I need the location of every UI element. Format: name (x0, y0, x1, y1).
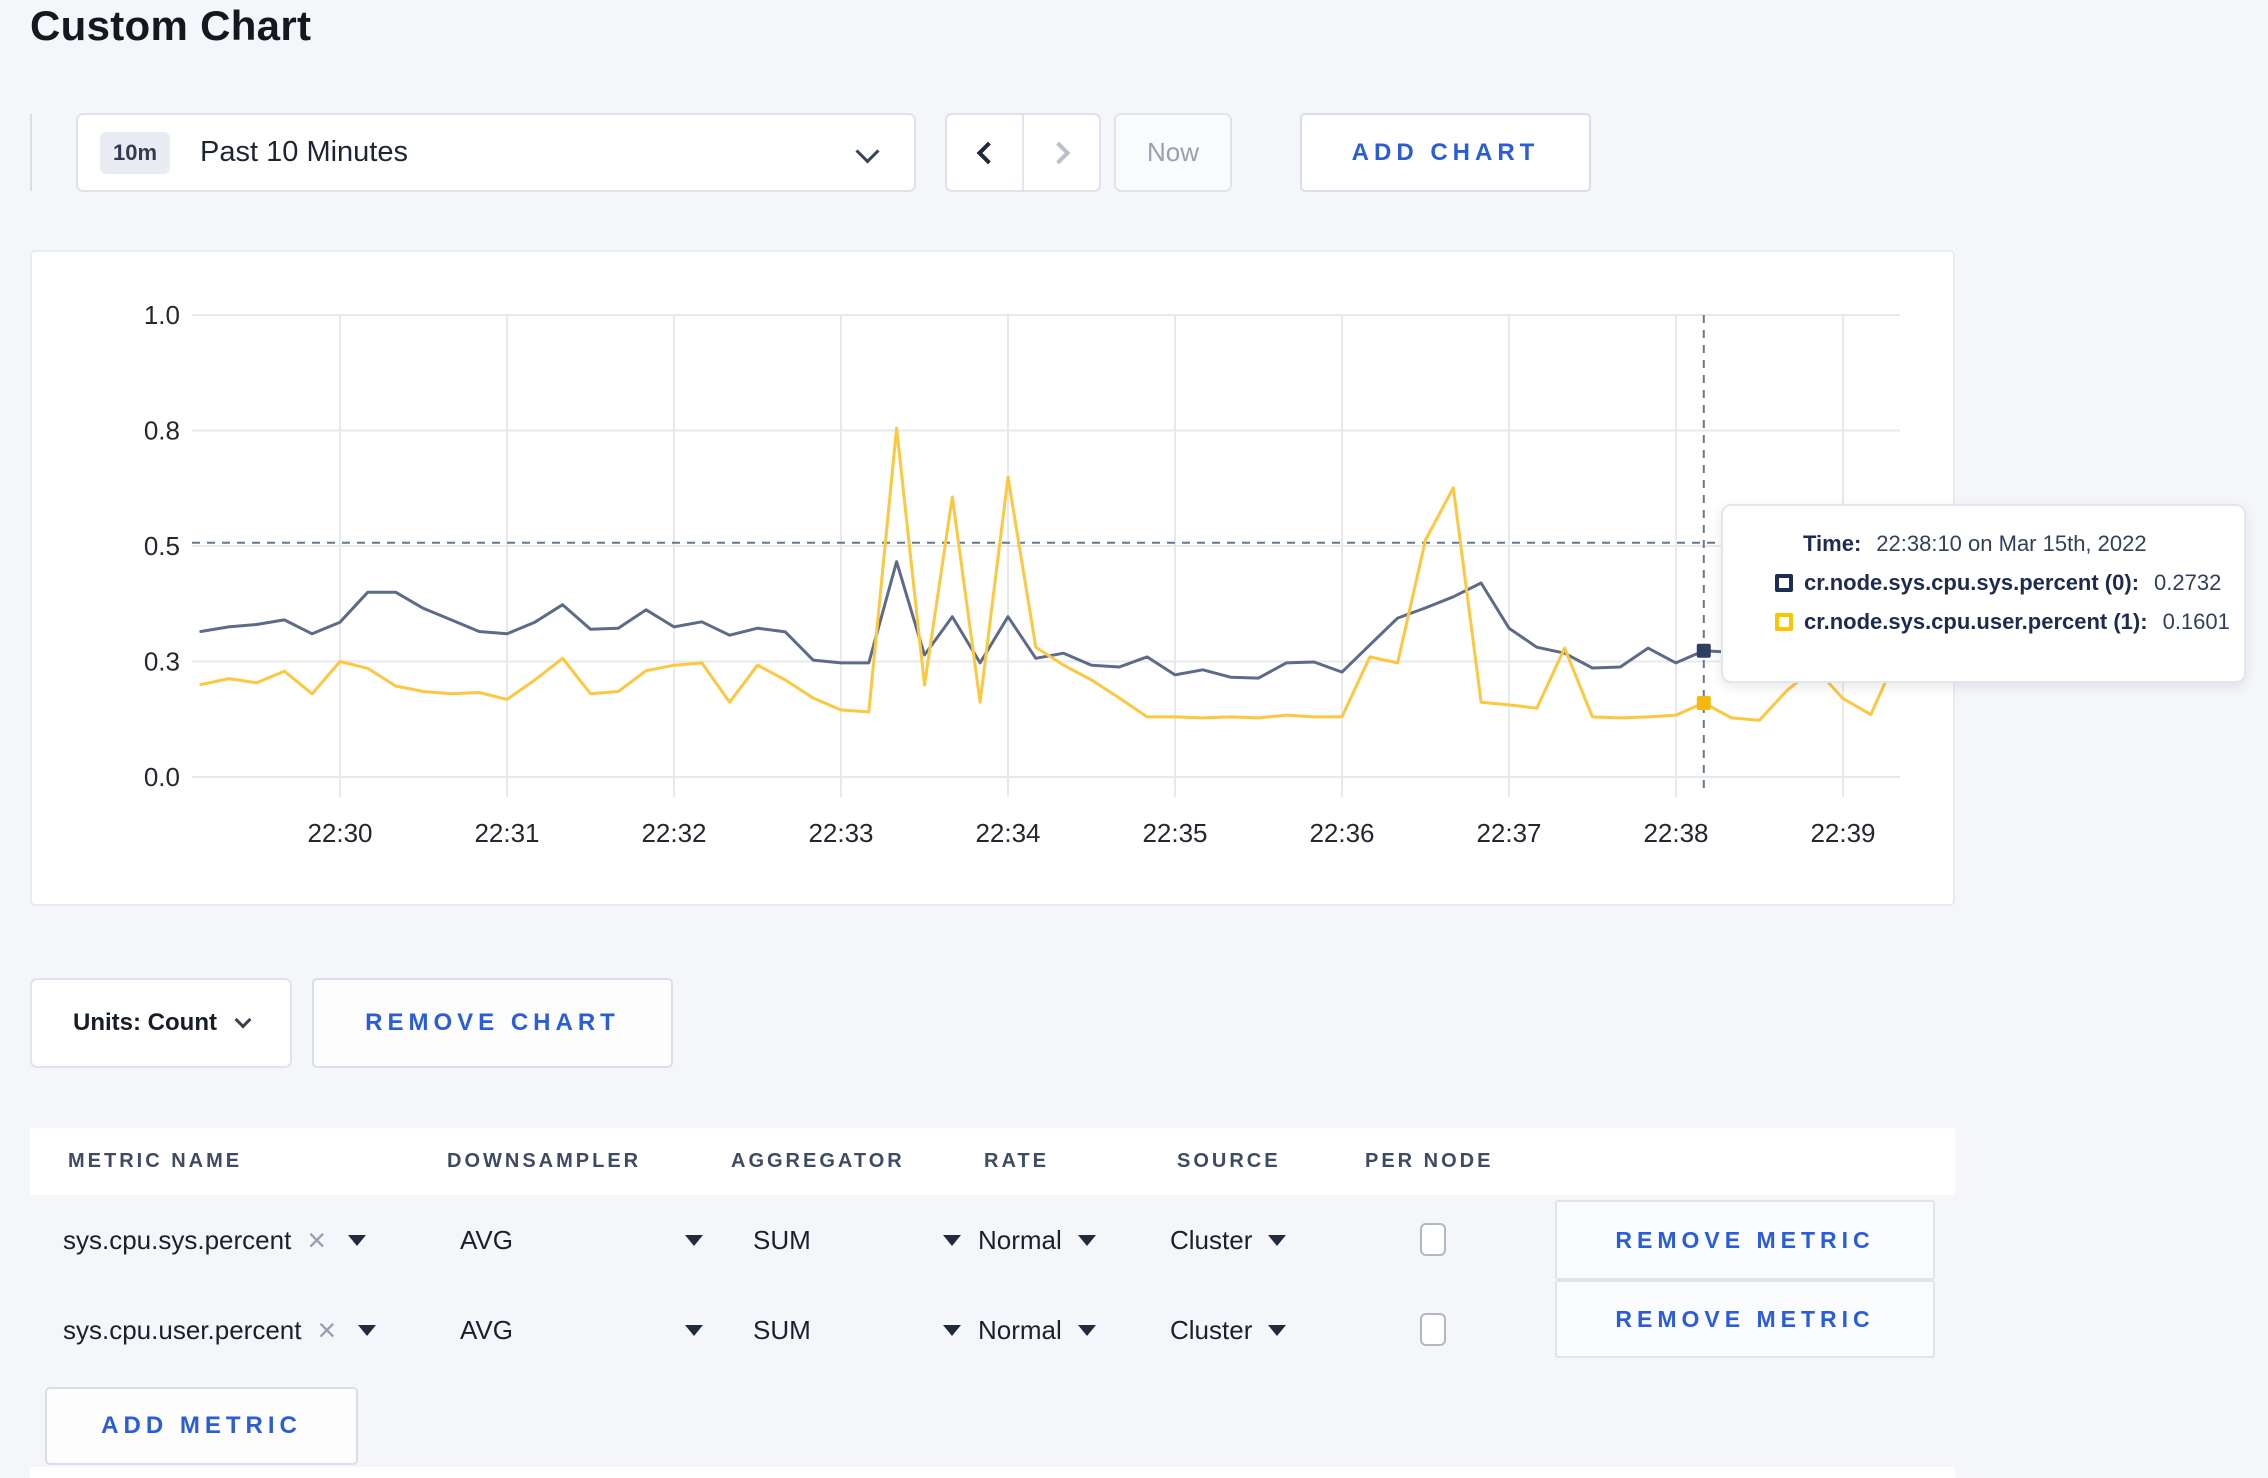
svg-text:22:36: 22:36 (1309, 818, 1374, 848)
toolbar-divider (30, 114, 32, 191)
units-dropdown[interactable]: Units: Count (30, 978, 292, 1068)
metric-name-value: sys.cpu.sys.percent (63, 1224, 292, 1255)
tooltip-time-value: 22:38:10 on Mar 15th, 2022 (1876, 531, 2147, 556)
caret-down-icon (1077, 1234, 1096, 1246)
col-header-metric-name: METRIC NAME (68, 1150, 243, 1172)
svg-text:22:35: 22:35 (1142, 818, 1207, 848)
svg-text:22:38: 22:38 (1643, 818, 1708, 848)
rate-select[interactable]: Normal (978, 1285, 1096, 1375)
per-node-checkbox[interactable] (1420, 1313, 1446, 1346)
svg-text:22:30: 22:30 (307, 818, 372, 848)
tooltip-series-label: cr.node.sys.cpu.user.percent (1): (1804, 609, 2148, 634)
svg-text:22:34: 22:34 (975, 818, 1040, 848)
remove-metric-button[interactable]: REMOVE METRIC (1555, 1280, 1935, 1358)
series-sys-swatch-icon (1775, 574, 1793, 592)
series-user-swatch-icon (1775, 613, 1793, 631)
tooltip-series-row: cr.node.sys.cpu.sys.percent (0): 0.2732 (1775, 570, 2244, 596)
downsampler-value: AVG (460, 1224, 513, 1255)
prev-time-button[interactable] (947, 115, 1022, 190)
col-header-aggregator: AGGREGATOR (731, 1150, 905, 1172)
svg-text:0.3: 0.3 (144, 647, 180, 677)
table-bottom-strip (30, 1467, 1955, 1478)
caret-down-icon (358, 1324, 377, 1336)
chart-tooltip: Time: 22:38:10 on Mar 15th, 2022 cr.node… (1721, 504, 2246, 683)
remove-metric-button[interactable]: REMOVE METRIC (1555, 1200, 1935, 1280)
col-header-downsampler: DOWNSAMPLER (447, 1150, 642, 1172)
chevron-down-icon (234, 1011, 252, 1029)
add-metric-button[interactable]: ADD METRIC (45, 1387, 358, 1465)
tooltip-series-label: cr.node.sys.cpu.sys.percent (0): (1804, 570, 2140, 595)
time-range-dropdown[interactable]: 10m Past 10 Minutes (76, 113, 916, 192)
per-node-checkbox[interactable] (1420, 1223, 1446, 1256)
close-icon[interactable]: × (317, 1314, 336, 1346)
col-header-source: SOURCE (1177, 1150, 1281, 1172)
caret-down-icon (685, 1324, 703, 1336)
svg-text:1.0: 1.0 (144, 300, 180, 330)
close-icon[interactable]: × (307, 1224, 326, 1256)
source-value: Cluster (1170, 1314, 1253, 1345)
aggregator-select[interactable]: SUM (753, 1195, 961, 1285)
aggregator-select[interactable]: SUM (753, 1285, 961, 1375)
source-select[interactable]: Cluster (1170, 1285, 1287, 1375)
rate-select[interactable]: Normal (978, 1195, 1096, 1285)
time-scale-badge: 10m (100, 131, 171, 174)
next-time-button[interactable] (1022, 115, 1099, 190)
caret-down-icon (943, 1234, 961, 1246)
caret-down-icon (943, 1324, 961, 1336)
downsampler-select[interactable]: AVG (460, 1195, 703, 1285)
metric-name-value: sys.cpu.user.percent (63, 1314, 302, 1345)
chart-svg[interactable]: 0.0 0.3 0.5 0.8 1.0 22:30 22:31 22:32 22:33 22:34… (30, 250, 1955, 906)
downsampler-select[interactable]: AVG (460, 1285, 703, 1375)
caret-down-icon (348, 1234, 366, 1246)
time-nav-group (945, 113, 1101, 192)
svg-text:0.5: 0.5 (144, 531, 180, 561)
metrics-table-header: METRIC NAME DOWNSAMPLER AGGREGATOR RATE … (30, 1128, 1955, 1195)
chevron-left-icon (976, 141, 999, 164)
rate-value: Normal (978, 1224, 1062, 1255)
svg-text:22:33: 22:33 (808, 818, 873, 848)
tooltip-time-row: Time: 22:38:10 on Mar 15th, 2022 (1803, 531, 2244, 557)
custom-chart-page: Custom Chart 10m Past 10 Minutes Now ADD… (0, 0, 2268, 1478)
aggregator-value: SUM (753, 1224, 811, 1255)
page-title: Custom Chart (30, 2, 312, 49)
add-chart-button[interactable]: ADD CHART (1300, 113, 1591, 192)
chevron-down-icon (855, 139, 880, 164)
col-header-per-node: PER NODE (1365, 1150, 1494, 1172)
aggregator-value: SUM (753, 1314, 811, 1345)
now-button[interactable]: Now (1114, 113, 1232, 192)
col-header-rate: RATE (984, 1150, 1049, 1172)
remove-chart-button[interactable]: REMOVE CHART (312, 978, 673, 1068)
svg-text:22:39: 22:39 (1810, 818, 1875, 848)
chart-card: 0.0 0.3 0.5 0.8 1.0 22:30 22:31 22:32 22:33 22:34… (30, 250, 1955, 906)
svg-text:22:37: 22:37 (1476, 818, 1541, 848)
time-range-label: Past 10 Minutes (200, 136, 408, 168)
svg-text:0.0: 0.0 (144, 762, 180, 792)
source-select[interactable]: Cluster (1170, 1195, 1287, 1285)
svg-text:22:31: 22:31 (474, 818, 539, 848)
caret-down-icon (1077, 1324, 1096, 1336)
downsampler-value: AVG (460, 1314, 513, 1345)
units-label: Units: Count (73, 1009, 217, 1036)
caret-down-icon (1268, 1234, 1287, 1246)
chevron-right-icon (1047, 141, 1070, 164)
caret-down-icon (1268, 1324, 1287, 1336)
metric-name-select[interactable]: sys.cpu.user.percent × (63, 1285, 377, 1375)
source-value: Cluster (1170, 1224, 1253, 1255)
metric-name-select[interactable]: sys.cpu.sys.percent × (63, 1195, 366, 1285)
svg-text:0.8: 0.8 (144, 416, 180, 446)
tooltip-series-value: 0.1601 (2162, 609, 2230, 634)
svg-text:22:32: 22:32 (641, 818, 706, 848)
tooltip-series-value: 0.2732 (2154, 570, 2222, 595)
tooltip-time-label: Time: (1803, 531, 1862, 556)
tooltip-series-row: cr.node.sys.cpu.user.percent (1): 0.1601 (1775, 609, 2244, 635)
caret-down-icon (685, 1234, 703, 1246)
rate-value: Normal (978, 1314, 1062, 1345)
